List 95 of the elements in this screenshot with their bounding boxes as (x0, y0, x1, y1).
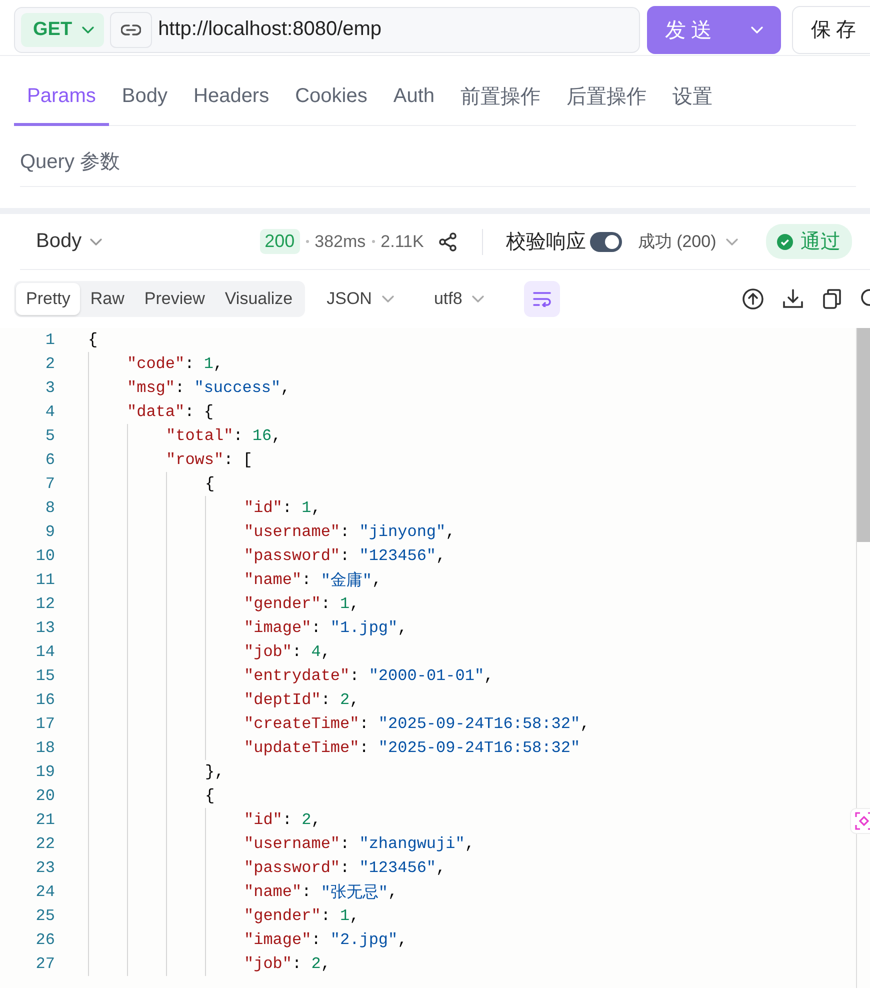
response-size: 2.11K (380, 232, 424, 252)
share-icon[interactable] (438, 232, 458, 252)
line-number: 18 (34, 739, 55, 757)
view-mode-tab[interactable]: Visualize (214, 283, 303, 315)
line-number: 5 (44, 427, 55, 445)
code-line: { (205, 474, 215, 495)
code-line: }, (205, 762, 224, 783)
view-mode-tab[interactable]: Preview (134, 283, 215, 315)
tab[interactable]: 前置操作 (448, 70, 554, 126)
code-line: "total": 16, (166, 426, 282, 447)
result-badge: 通过 (766, 224, 852, 259)
line-number: 9 (44, 523, 55, 541)
chevron-down-icon (90, 238, 102, 246)
code-line: "entrydate": "2000-01-01", (244, 666, 494, 687)
tab[interactable]: Auth (380, 70, 448, 126)
line-number: 17 (34, 715, 55, 733)
line-number: 23 (34, 859, 55, 877)
line-number: 13 (34, 619, 55, 637)
line-number: 22 (34, 835, 55, 853)
section-title: Query 参数 (19, 150, 122, 175)
line-number: 12 (34, 595, 55, 613)
status-badge: 200 (260, 229, 300, 254)
line-number: 26 (34, 931, 55, 949)
chevron-down-icon (382, 295, 394, 303)
save-button[interactable]: 保存 (792, 6, 870, 54)
code-line: "deptId": 2, (244, 690, 360, 711)
code-line: "password": "123456", (244, 546, 446, 567)
line-number: 11 (34, 571, 55, 589)
tab[interactable]: Cookies (282, 70, 380, 126)
line-number: 2 (44, 355, 55, 373)
code-line: "gender": 1, (244, 906, 360, 927)
code-line: "id": 2, (244, 810, 321, 831)
line-number: 19 (34, 763, 55, 781)
copy-icon[interactable] (822, 288, 842, 310)
line-number: 24 (34, 883, 55, 901)
view-mode-tab[interactable]: Pretty (16, 283, 80, 315)
scrollbar-thumb[interactable] (857, 328, 870, 542)
line-number: 25 (34, 907, 55, 925)
wrap-icon (532, 291, 552, 307)
code-line: "username": "zhangwuji", (244, 834, 474, 855)
code-line: "job": 2, (244, 954, 330, 975)
code-line: "id": 1, (244, 498, 321, 519)
code-line: "name": "张无忌", (244, 882, 398, 904)
code-line: { (205, 786, 215, 807)
code-line: "code": 1, (127, 354, 224, 375)
code-line: "updateTime": "2025-09-24T16:58:32" (244, 738, 580, 759)
target-icon[interactable] (855, 812, 870, 830)
line-number: 15 (34, 667, 55, 685)
code-line: "rows": [ (166, 450, 252, 471)
line-number: 10 (34, 547, 55, 565)
download-icon[interactable] (782, 288, 804, 310)
line-number: 8 (44, 499, 55, 517)
line-number: 14 (34, 643, 55, 661)
tab[interactable]: 设置 (660, 70, 726, 126)
line-number: 7 (44, 475, 55, 493)
chevron-down-icon (472, 295, 484, 303)
line-number: 6 (44, 451, 55, 469)
code-line: "createTime": "2025-09-24T16:58:32", (244, 714, 590, 735)
code-line: { (88, 330, 98, 351)
tab[interactable]: Body (108, 70, 180, 126)
code-line: "image": "1.jpg", (244, 618, 408, 639)
encoding-dropdown[interactable]: utf8 (434, 289, 484, 309)
view-mode-tab[interactable]: Raw (80, 283, 134, 315)
tab[interactable]: Params (14, 70, 109, 126)
line-number: 3 (44, 379, 55, 397)
code-line: "msg": "success", (127, 378, 290, 399)
upload-icon[interactable] (742, 288, 764, 310)
chevron-down-icon (726, 238, 738, 246)
code-line: "password": "123456", (244, 858, 446, 879)
code-line: "username": "jinyong", (244, 522, 456, 543)
line-number: 21 (34, 811, 55, 829)
response-time: 382ms (314, 232, 366, 252)
validate-label: 校验响应 (506, 230, 586, 255)
validate-toggle[interactable] (590, 232, 622, 252)
wrap-toggle[interactable] (524, 281, 560, 317)
code-line: "image": "2.jpg", (244, 930, 408, 951)
line-number: 16 (34, 691, 55, 709)
url-field[interactable]: http://localhost:8080/emp (158, 18, 633, 41)
line-number: 27 (34, 955, 55, 973)
body-dropdown[interactable]: Body (36, 230, 102, 253)
send-button[interactable]: 发送 (647, 6, 781, 54)
line-number: 20 (34, 787, 55, 805)
format-dropdown[interactable]: JSON (326, 289, 394, 309)
line-number: 4 (44, 403, 55, 421)
chevron-down-icon (82, 26, 94, 34)
tab[interactable]: Headers (180, 70, 282, 126)
line-number: 1 (44, 331, 55, 349)
tab[interactable]: 后置操作 (554, 70, 660, 126)
expected-status-dropdown[interactable]: 成功 (200) (638, 230, 738, 253)
code-line: "gender": 1, (244, 594, 360, 615)
code-line: "data": { (127, 402, 214, 423)
link-icon[interactable] (110, 12, 152, 48)
chevron-down-icon (751, 26, 763, 34)
code-line: "name": "金庸", (244, 570, 382, 592)
code-line: "job": 4, (244, 642, 330, 663)
